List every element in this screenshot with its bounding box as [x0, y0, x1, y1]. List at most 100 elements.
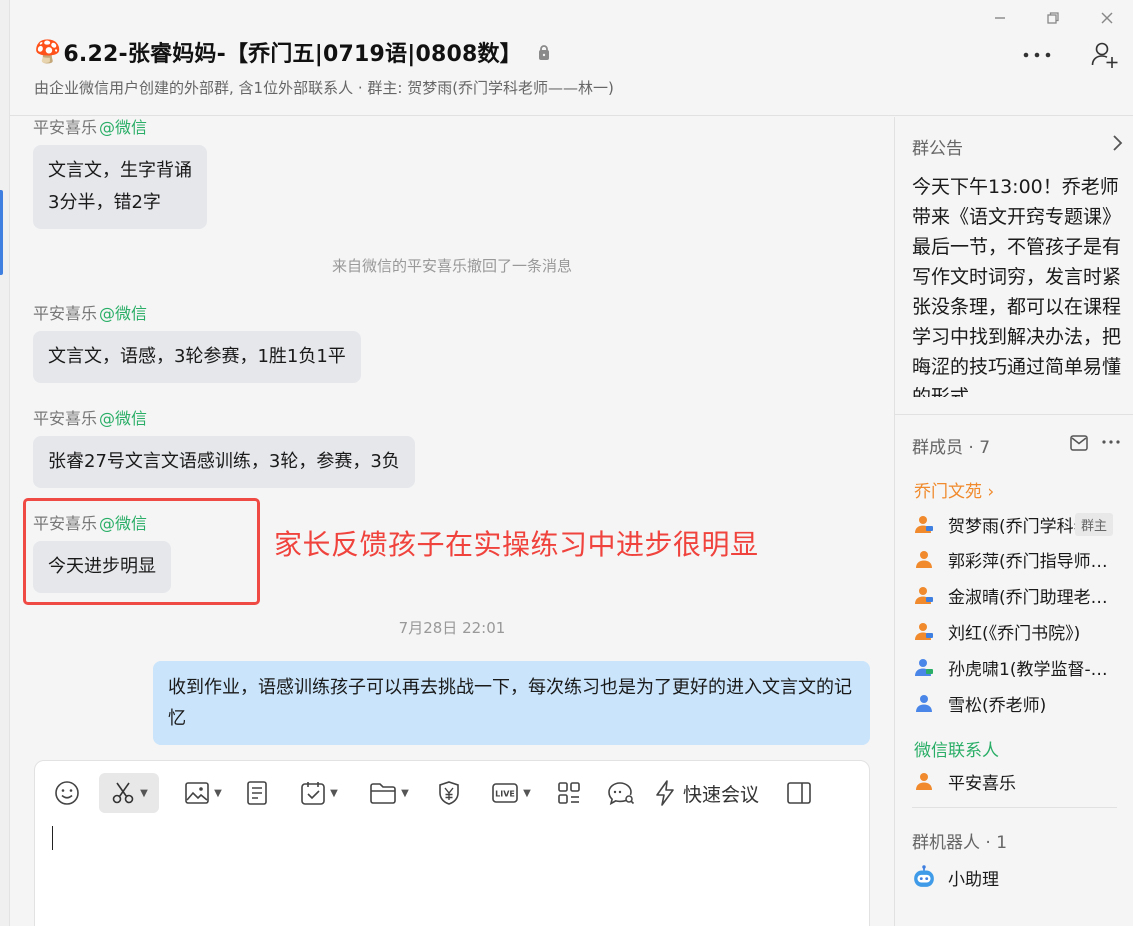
chat-subtitle: 由企业微信用户创建的外部群, 含1位外部联系人 · 群主: 贺梦雨(乔门学科老师…	[34, 79, 614, 97]
more-options-button[interactable]	[1022, 40, 1052, 70]
recall-notice: 来自微信的平安喜乐撤回了一条消息	[331, 257, 572, 275]
message-bubble[interactable]: 文言文，语感，3轮参赛，1胜1负1平	[33, 331, 361, 383]
annotation-text: 家长反馈孩子在实操练习中进步很明显	[274, 528, 759, 561]
quick-meeting-button[interactable]: 快速会议	[653, 773, 759, 813]
close-icon	[1101, 12, 1113, 24]
yuan-shield-icon	[439, 781, 459, 805]
file-button[interactable]: ▼	[363, 773, 415, 813]
section-divider	[895, 414, 1133, 415]
user-avatar-icon	[915, 623, 933, 640]
add-user-icon	[1091, 42, 1118, 68]
message-line: 3分半，错2字	[48, 192, 161, 213]
member-item[interactable]: 雪松(乔老师)	[914, 688, 1124, 718]
member-item[interactable]: 刘红(《乔门书院》)	[914, 616, 1124, 646]
document-icon	[247, 781, 267, 805]
live-icon: LIVE	[492, 783, 518, 803]
message-bubble[interactable]: 文言文，生字背诵 3分半，错2字	[33, 145, 207, 229]
chat-message-list[interactable]: 平安喜乐 @微信 文言文，生字背诵 3分半，错2字 来自微信的平安喜乐撤回了一条消…	[10, 117, 894, 757]
dropdown-caret-icon[interactable]: ▼	[214, 788, 222, 799]
message-sender: 平安喜乐 @微信	[33, 304, 148, 323]
message-line: 文言文，生字背诵	[48, 160, 192, 181]
schedule-button[interactable]: ▼	[293, 773, 345, 813]
emoji-button[interactable]	[49, 773, 85, 813]
chat-search-icon	[608, 782, 635, 806]
composer-toolbar: ▼ ▼ ▼ ▼ LIVE ▼ 快速会议	[49, 773, 817, 813]
chat-search-button[interactable]	[603, 773, 639, 813]
user-avatar-icon	[915, 659, 933, 676]
sidebar-toggle-icon	[787, 782, 811, 804]
robot-name: 小助理	[948, 869, 999, 890]
add-member-button[interactable]	[1088, 38, 1122, 72]
member-name: 刘红(《乔门书院》)	[948, 623, 1081, 644]
robot-icon	[914, 865, 934, 887]
left-nav-strip	[0, 0, 10, 926]
app-window: 🍄 6.22-张睿妈妈-【乔门五|0719语|0808数】 由企业微信用户创建的…	[0, 0, 1133, 926]
mushroom-icon: 🍄	[34, 39, 62, 65]
group-notice-title[interactable]: 群公告	[912, 134, 963, 159]
wechat-contact-item[interactable]: 平安喜乐	[914, 766, 1124, 796]
lock-icon	[538, 45, 550, 61]
minimize-icon	[995, 17, 1005, 19]
message-timestamp: 7月28日 22:01	[398, 619, 506, 637]
owner-badge: 群主	[1075, 513, 1114, 536]
mail-icon[interactable]	[1069, 434, 1089, 452]
self-message-bubble[interactable]: 收到作业，语感训练孩子可以再去挑战一下，每次练习也是为了更好的进入文言文的记忆	[153, 661, 870, 745]
user-avatar-icon	[916, 695, 932, 712]
chat-title[interactable]: 6.22-张睿妈妈-【乔门五|0719语|0808数】	[63, 36, 521, 68]
user-avatar-icon	[915, 587, 933, 604]
ellipsis-icon	[1102, 440, 1120, 444]
close-button[interactable]	[1095, 6, 1119, 30]
screenshot-button[interactable]: ▼	[99, 773, 159, 813]
group-notice-text[interactable]: 今天下午13:00！乔老师带来《语文开窍专题课》最后一节，不管孩子是有写作文时词…	[912, 172, 1125, 397]
dropdown-caret-icon[interactable]: ▼	[523, 788, 531, 799]
members-more-button[interactable]	[1100, 431, 1122, 453]
left-nav-active-indicator	[0, 190, 3, 275]
message-line: 文言文，语感，3轮参赛，1胜1负1平	[48, 346, 346, 367]
chevron-right-icon[interactable]	[1107, 133, 1127, 153]
dropdown-caret-icon[interactable]: ▼	[330, 788, 338, 799]
emoji-icon	[55, 781, 79, 805]
section-divider	[912, 807, 1117, 808]
apps-grid-icon	[558, 782, 580, 804]
image-button[interactable]: ▼	[177, 773, 229, 813]
image-icon	[185, 782, 209, 804]
apps-button[interactable]	[551, 773, 587, 813]
robot-item[interactable]: 小助理	[912, 862, 1122, 892]
message-composer[interactable]: ▼ ▼ ▼ ▼ LIVE ▼ 快速会议	[34, 760, 870, 926]
member-name: 平安喜乐	[948, 773, 1016, 794]
message-sender: 平安喜乐 @微信	[33, 118, 148, 137]
org-group-label[interactable]: 乔门文苑 ›	[914, 477, 994, 502]
member-name: 郭彩萍(乔门指导师——小乔)	[948, 551, 1114, 572]
quick-meeting-label: 快速会议	[683, 783, 760, 806]
message-line: 张睿27号文言文语感训练，3轮，参赛，3负	[48, 451, 400, 472]
message-bubble[interactable]: 张睿27号文言文语感训练，3轮，参赛，3负	[33, 436, 415, 488]
member-item[interactable]: 金淑晴(乔门助理老师)	[914, 580, 1124, 610]
minimize-button[interactable]	[988, 6, 1012, 30]
dropdown-caret-icon[interactable]: ▼	[140, 788, 148, 799]
member-item[interactable]: 孙虎啸1(教学监督-乔门)	[914, 652, 1124, 682]
text-input-caret[interactable]	[52, 826, 53, 850]
folder-icon	[370, 783, 396, 804]
group-members-title: 群成员 · 7	[912, 438, 991, 458]
calendar-check-icon	[301, 782, 325, 805]
document-button[interactable]	[239, 773, 275, 813]
title-row: 🍄 6.22-张睿妈妈-【乔门五|0719语|0808数】	[34, 36, 550, 68]
member-item[interactable]: 郭彩萍(乔门指导师——小乔)	[914, 544, 1124, 574]
user-avatar-icon	[916, 773, 932, 790]
group-info-panel: 群公告 今天下午13:00！乔老师带来《语文开窍专题课》最后一节，不管孩子是有写…	[894, 117, 1133, 926]
chevron-right-icon: ›	[987, 482, 995, 502]
toggle-sidebar-button[interactable]	[781, 773, 817, 813]
user-avatar-icon	[916, 551, 932, 568]
chat-header: 🍄 6.22-张睿妈妈-【乔门五|0719语|0808数】 由企业微信用户创建的…	[10, 0, 1133, 116]
annotation-highlight-box	[23, 498, 260, 605]
wechat-contacts-label: 微信联系人	[914, 741, 999, 761]
red-packet-button[interactable]	[431, 773, 467, 813]
member-name: 金淑晴(乔门助理老师)	[948, 587, 1114, 608]
dropdown-caret-icon[interactable]: ▼	[401, 788, 409, 799]
group-robots-title: 群机器人 · 1	[912, 833, 1008, 853]
lightning-icon	[656, 780, 674, 806]
live-button[interactable]: LIVE ▼	[485, 773, 537, 813]
member-name: 雪松(乔老师)	[948, 695, 1047, 716]
user-avatar-icon	[915, 516, 933, 533]
restore-button[interactable]	[1041, 6, 1065, 30]
